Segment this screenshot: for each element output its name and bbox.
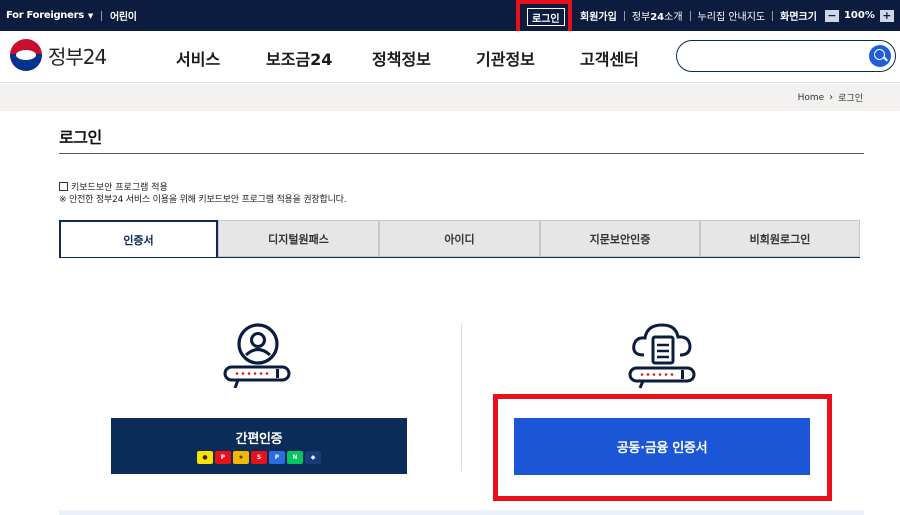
tab-fingerprint[interactable]: 지문보안인증	[540, 220, 700, 257]
divider	[461, 323, 462, 471]
caret-down-icon: ▼	[87, 11, 93, 20]
signup-link[interactable]: 회원가입	[580, 8, 617, 23]
tab-label: 지문보안인증	[589, 232, 651, 246]
for-foreigners-label: For Foreigners	[6, 10, 84, 21]
cert-highlight-box	[493, 394, 832, 501]
breadcrumb-home[interactable]: Home	[798, 93, 825, 103]
chevron-right-icon: ›	[829, 92, 834, 103]
breadcrumb-bar: Home › 로그인	[0, 84, 900, 111]
cloud-server-key-icon	[626, 321, 700, 393]
for-foreigners-menu[interactable]: For Foreigners ▼	[6, 10, 93, 21]
intro-bold: 24	[650, 12, 665, 23]
screen-size-label: 화면크기	[780, 12, 817, 23]
divider	[100, 10, 102, 21]
shinhan-icon: ◆	[305, 451, 321, 464]
info-panel	[59, 510, 864, 515]
easy-auth-button[interactable]: 간편인증 ● P ★ S P N ◆	[111, 418, 407, 474]
provider-icons: ● P ★ S P N ◆	[197, 451, 321, 464]
user-key-icon	[221, 322, 295, 392]
utility-bar: For Foreigners ▼ 어린이 로그인 회원가입 정부24소개 누리집…	[0, 0, 900, 31]
nav-policy-info[interactable]: 정책정보	[372, 46, 431, 70]
kids-link[interactable]: 어린이	[110, 8, 137, 23]
search-icon[interactable]	[869, 45, 891, 67]
tab-certificate[interactable]: 인증서	[59, 220, 218, 258]
tab-digital-onepass[interactable]: 디지털원패스	[218, 220, 379, 257]
divider	[772, 10, 774, 21]
page-title: 로그인	[59, 128, 102, 147]
tab-guest-login[interactable]: 비회원로그인	[700, 220, 860, 257]
breadcrumb: Home › 로그인	[798, 84, 863, 111]
easy-auth-label: 간편인증	[235, 432, 283, 447]
tab-id[interactable]: 아이디	[379, 220, 540, 257]
login-tabs: 인증서 디지털원패스 아이디 지문보안인증 비회원로그인	[59, 220, 860, 258]
keyboard-security-checkbox[interactable]	[59, 182, 68, 191]
tab-label: 비회원로그인	[749, 232, 811, 246]
nav-customer-center[interactable]: 고객센터	[580, 46, 639, 70]
header: 정부24 서비스 보조금24 정책정보 기관정보 고객센터	[0, 31, 900, 83]
keyboard-security-note: ※ 안전한 정부24 서비스 이용을 위해 키보드보안 프로그램 적용을 권장합…	[59, 195, 347, 205]
kb-icon: ★	[233, 451, 249, 464]
nav-subsidy24[interactable]: 보조금24	[266, 46, 332, 70]
intro-link[interactable]: 정부24소개	[632, 8, 683, 23]
divider	[689, 10, 691, 21]
nav-agency-info[interactable]: 기관정보	[476, 46, 535, 70]
zoom-out-button[interactable]: −	[824, 9, 839, 22]
intro-prefix: 정부	[631, 12, 651, 23]
divider	[59, 257, 860, 258]
search-input[interactable]	[676, 40, 896, 72]
samsung-pass-icon: S	[251, 451, 267, 464]
site-guide-link[interactable]: 누리집 안내지도	[698, 8, 766, 23]
zoom-in-button[interactable]: +	[879, 9, 894, 22]
intro-suffix: 소개	[664, 12, 683, 23]
tab-label: 인증서	[123, 234, 154, 247]
zoom-value: 100%	[843, 10, 875, 21]
kakao-icon: ●	[197, 451, 213, 464]
divider	[59, 153, 864, 154]
naver-icon: N	[287, 451, 303, 464]
payco-icon: P	[215, 451, 231, 464]
tab-label: 아이디	[444, 232, 475, 246]
tab-label: 디지털원패스	[268, 232, 329, 246]
nav-services[interactable]: 서비스	[176, 46, 220, 70]
pass-icon: P	[269, 451, 285, 464]
divider	[623, 10, 625, 21]
breadcrumb-current: 로그인	[838, 94, 863, 104]
